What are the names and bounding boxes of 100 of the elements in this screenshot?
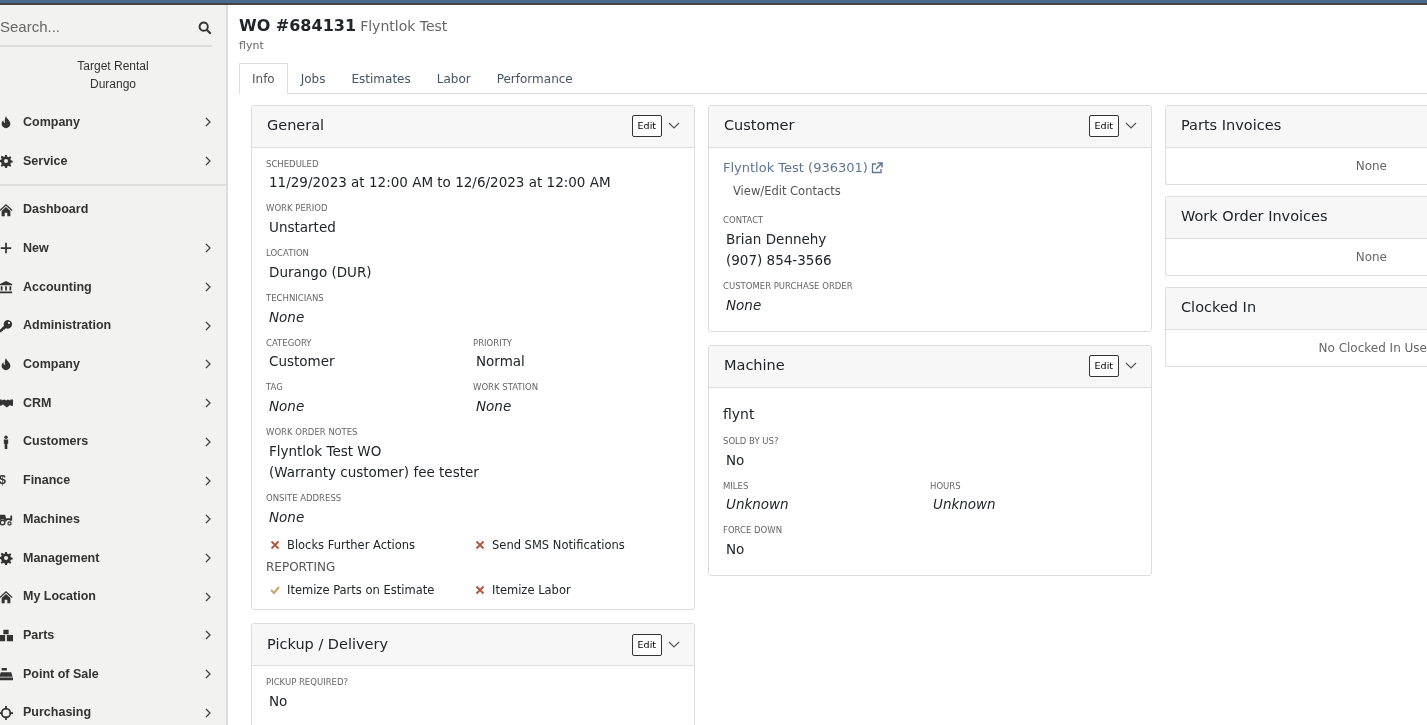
external-link-icon	[870, 162, 883, 174]
edit-button[interactable]: Edit	[631, 115, 662, 137]
field-label: SCHEDULED	[266, 157, 320, 171]
key-icon	[0, 318, 13, 333]
cash-register-icon	[0, 666, 13, 681]
field-label: MILES	[723, 479, 750, 493]
field-value: Unknown	[725, 495, 790, 515]
caret-icon	[668, 122, 680, 130]
search-field[interactable]: Search...	[0, 16, 199, 39]
sidebar-item[interactable]: Service	[0, 141, 226, 181]
field-label: SOLD BY US?	[723, 434, 780, 448]
field-value: None	[268, 397, 306, 416]
machine-name: flynt	[723, 404, 756, 424]
sidebar-item[interactable]: Machines	[0, 499, 226, 539]
contacts-link[interactable]: View/Edit Contacts	[733, 183, 841, 201]
field-label: TECHNICIANS	[266, 291, 325, 305]
sidebar-item[interactable]: Administration	[0, 306, 226, 346]
sidebar-item[interactable]: Customers	[0, 422, 226, 462]
field-label: WORK STATION	[473, 381, 540, 394]
work-order-number: WO #684131	[239, 16, 357, 35]
flag-label: Send SMS Notifications	[492, 536, 625, 554]
field-value: Customer	[268, 352, 336, 372]
field-value: None	[268, 507, 306, 527]
edit-button[interactable]: Edit	[1088, 355, 1119, 378]
flame-icon	[0, 357, 13, 372]
sidebar-item[interactable]: New	[0, 229, 226, 268]
customer-name: Flyntlok Test	[360, 18, 448, 34]
field-label: TAG	[266, 381, 284, 394]
field-value: None	[268, 307, 306, 327]
sidebar-item[interactable]: My Location	[0, 577, 226, 616]
field-value: Unstarted	[268, 218, 337, 237]
sidebar-item[interactable]: Accounting	[0, 267, 226, 307]
panel-title: Machine	[724, 356, 786, 376]
field-value: (907) 854-3566	[725, 251, 833, 270]
field-value: No	[725, 450, 746, 470]
empty-message: No Clocked In Use	[1317, 339, 1427, 357]
customer-link[interactable]: Flyntlok Test (936301)	[723, 159, 868, 175]
field-label: CUSTOMER PURCHASE ORDER	[723, 280, 854, 293]
tab[interactable]: Labor	[423, 62, 484, 94]
sidebar-item[interactable]: CRM	[0, 383, 226, 423]
flag-label: Itemize Labor	[492, 581, 571, 599]
sidebar-item[interactable]: Dashboard	[0, 190, 226, 230]
field-label: PRIORITY	[473, 336, 514, 350]
edit-button[interactable]: Edit	[1088, 115, 1119, 137]
flag-label: Blocks Further Actions	[287, 536, 416, 554]
field-value: Flyntlok Test WO	[268, 441, 383, 461]
field-value: None	[725, 295, 763, 315]
panel-title: Clocked In	[1181, 298, 1258, 318]
bank-icon	[0, 280, 13, 295]
field-value: (Warranty customer) fee tester	[268, 462, 480, 482]
field-value: Unknown	[932, 495, 997, 515]
field-value: Brian Dennehy	[725, 230, 828, 249]
field-label: CONTACT	[723, 214, 765, 227]
tab[interactable]: Performance	[483, 62, 586, 94]
empty-message: None	[1354, 157, 1388, 175]
field-label: WORK PERIOD	[266, 202, 329, 215]
location-name: Durango	[89, 76, 137, 93]
section-heading: REPORTING	[266, 558, 337, 576]
sidebar-item[interactable]: Company	[0, 103, 226, 142]
field-value: No	[725, 540, 746, 559]
flame-icon	[0, 115, 13, 130]
field-value: 11/29/2023 at 12:00 AM to 12/6/2023 at 12:00 AM	[268, 173, 612, 193]
machine-name: flynt	[239, 38, 265, 54]
home-icon	[0, 589, 13, 604]
dollar-icon: $	[0, 471, 13, 490]
panel-title: General	[267, 116, 326, 136]
flag-label: Itemize Parts on Estimate	[287, 581, 435, 599]
crosshair-icon	[0, 705, 13, 720]
field-value: None	[475, 397, 513, 416]
caret-icon	[1125, 362, 1137, 371]
location-name: Target Rental	[76, 58, 150, 75]
home-icon	[0, 202, 13, 217]
tab[interactable]: Estimates	[338, 62, 424, 94]
field-label: CATEGORY	[266, 336, 313, 350]
edit-button[interactable]: Edit	[631, 633, 662, 656]
field-label: PICKUP REQUIRED?	[266, 676, 349, 689]
panel-title: Parts Invoices	[1181, 116, 1283, 136]
caret-icon	[668, 640, 680, 649]
field-label: ONSITE ADDRESS	[266, 491, 343, 505]
field-label: WORK ORDER NOTES	[266, 426, 359, 439]
sidebar-item[interactable]: Parts	[0, 615, 226, 655]
field-label: LOCATION	[266, 247, 310, 260]
sidebar-item[interactable]: Point of Sale	[0, 654, 226, 694]
sidebar-item[interactable]: Management	[0, 538, 226, 578]
panel-title: Work Order Invoices	[1181, 207, 1329, 227]
tab[interactable]: Info	[239, 62, 288, 94]
sidebar-item[interactable]: Purchasing	[0, 693, 226, 725]
sidebar-item[interactable]: $ Finance	[0, 461, 226, 500]
field-value: Durango (DUR)	[268, 262, 373, 282]
panel-title: Customer	[724, 116, 796, 136]
empty-message: None	[1354, 248, 1388, 266]
boxes-icon	[0, 628, 13, 643]
plus-icon	[0, 241, 13, 256]
field-value: No	[268, 691, 289, 711]
sidebar-item[interactable]: Company	[0, 345, 226, 384]
caret-icon	[1125, 122, 1137, 130]
field-label: FORCE DOWN	[723, 524, 784, 537]
tab[interactable]: Jobs	[287, 62, 339, 94]
field-label: HOURS	[930, 479, 962, 493]
search-icon	[198, 20, 212, 35]
